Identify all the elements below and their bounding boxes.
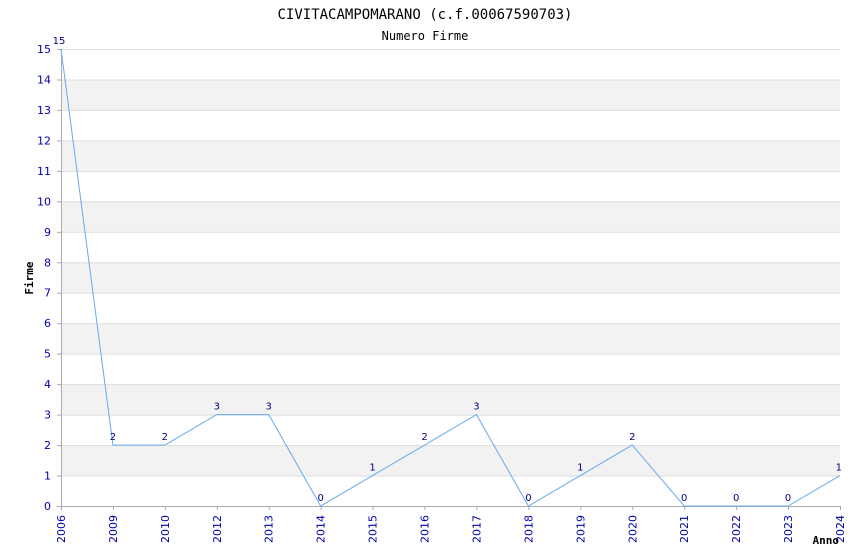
- x-tick-label: 2023: [782, 515, 795, 543]
- y-tick-label: 7: [44, 287, 51, 300]
- x-tick-label: 2021: [678, 515, 691, 543]
- x-tick-label: 2019: [574, 515, 587, 543]
- y-tick-label: 14: [37, 73, 51, 86]
- y-tick-label: 3: [44, 409, 51, 422]
- y-tick-label: 5: [44, 348, 51, 361]
- grid-band: [61, 353, 840, 385]
- data-label: 2: [162, 432, 168, 443]
- chart-subtitle: Numero Firme: [382, 29, 469, 43]
- x-tick-label: 2010: [159, 515, 172, 543]
- data-label: 0: [733, 493, 739, 504]
- grid-band: [61, 384, 840, 415]
- y-tick-label: 10: [37, 195, 51, 208]
- grid-band: [61, 475, 840, 506]
- grid-band: [61, 49, 840, 80]
- x-tick-label: 2018: [522, 515, 535, 543]
- grid-band: [61, 201, 840, 232]
- x-tick-label: 2015: [367, 515, 380, 543]
- y-tick-label: 8: [44, 256, 51, 269]
- x-tick-label: 2020: [626, 515, 639, 543]
- y-tick-label: 9: [44, 226, 51, 239]
- x-tick-label: 2006: [55, 515, 68, 543]
- y-axis-title: Firme: [23, 261, 36, 294]
- line-chart: 0123456789101112131415 2006 2009 2010 2012 2…: [23, 7, 847, 547]
- data-label: 1: [369, 463, 375, 474]
- data-label: 1: [577, 463, 583, 474]
- grid-band: [61, 231, 840, 263]
- grid-band: [61, 323, 840, 354]
- x-tick-label: 2014: [315, 515, 328, 543]
- data-label: 2: [110, 432, 116, 443]
- x-tick-label: 2012: [211, 515, 224, 543]
- x-tick-label: 2017: [470, 515, 483, 543]
- data-label: 2: [629, 432, 635, 443]
- grid-band: [61, 445, 840, 476]
- grid-band: [61, 170, 840, 202]
- x-tick-label: 2016: [419, 515, 432, 543]
- y-tick-label: 13: [37, 104, 51, 117]
- y-tick-label: 2: [44, 439, 51, 452]
- data-label: 0: [681, 493, 687, 504]
- data-label: 0: [525, 493, 531, 504]
- grid-band: [61, 109, 840, 141]
- y-tick-label: 6: [44, 317, 51, 330]
- x-axis-ticks: 2006 2009 2010 2012 2013 2014 2015 2016 2017 2018…: [55, 506, 847, 543]
- data-label: 3: [214, 402, 220, 413]
- x-axis-title: Anno: [813, 534, 840, 547]
- data-label: 0: [317, 493, 323, 504]
- data-label: 0: [785, 493, 791, 504]
- x-tick-label: 2009: [107, 515, 120, 543]
- data-label: 3: [473, 402, 479, 413]
- data-label: 15: [53, 36, 66, 47]
- grid-band: [61, 262, 840, 293]
- data-label: 2: [421, 432, 427, 443]
- grid-band: [61, 140, 840, 171]
- chart-title: CIVITACAMPOMARANO (c.f.00067590703): [277, 7, 572, 23]
- grid-band: [61, 79, 840, 110]
- data-label: 3: [266, 402, 272, 413]
- y-tick-label: 1: [44, 470, 51, 483]
- grid-band: [61, 292, 840, 324]
- data-label: 1: [836, 463, 842, 474]
- y-tick-label: 11: [37, 165, 51, 178]
- y-tick-label: 4: [44, 378, 51, 391]
- y-axis-ticks: 0123456789101112131415: [37, 43, 61, 513]
- y-tick-label: 0: [44, 500, 51, 513]
- y-tick-label: 15: [37, 43, 51, 56]
- x-tick-label: 2022: [730, 515, 743, 543]
- x-tick-label: 2013: [263, 515, 276, 543]
- y-tick-label: 12: [37, 134, 51, 147]
